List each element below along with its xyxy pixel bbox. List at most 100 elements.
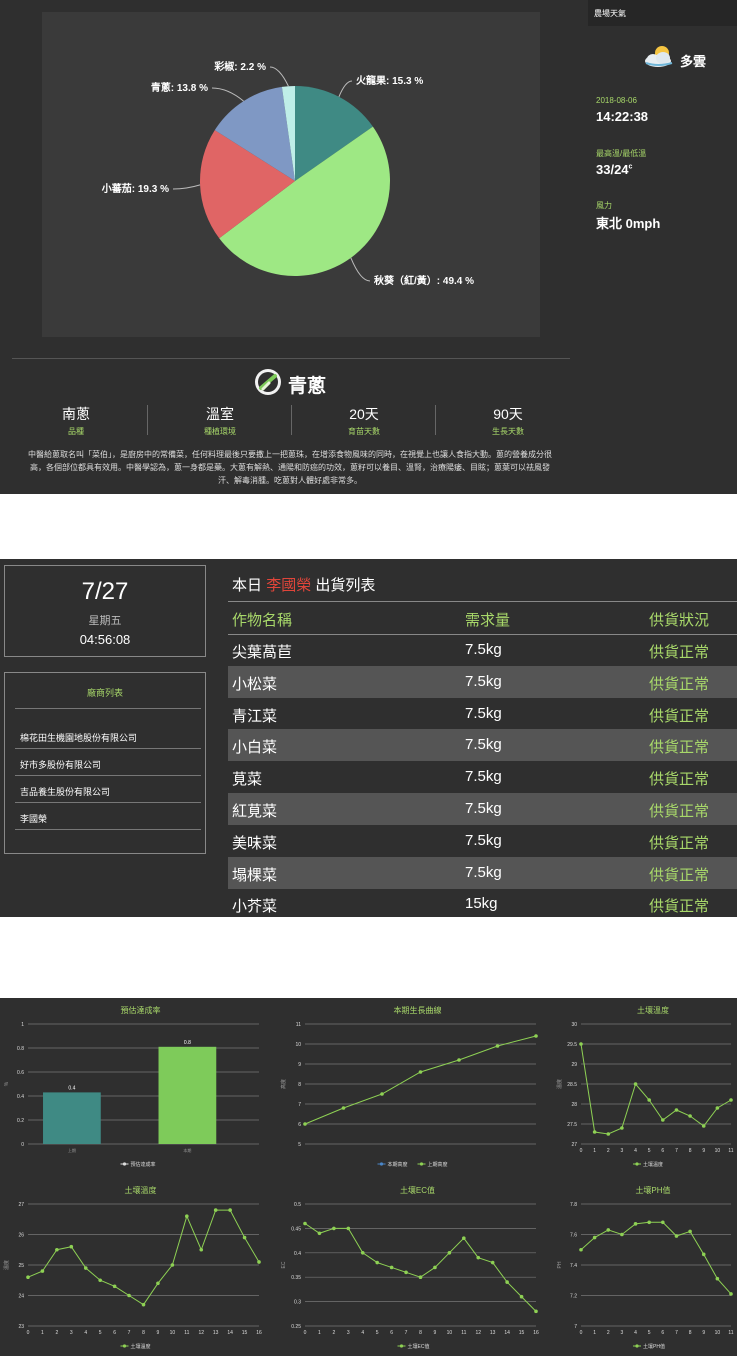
- data-point[interactable]: [620, 1232, 624, 1237]
- x-tick-label: 本期: [183, 1147, 191, 1153]
- data-point[interactable]: [303, 1221, 307, 1226]
- data-point[interactable]: [647, 1098, 651, 1102]
- data-point[interactable]: [228, 1208, 232, 1212]
- x-tick-label: 上期: [68, 1147, 76, 1153]
- data-point[interactable]: [317, 1231, 322, 1236]
- vendor-item[interactable]: 棉花田生機園地股份有限公司: [20, 731, 137, 744]
- data-point[interactable]: [433, 1265, 437, 1270]
- vendor-item[interactable]: 好市多股份有限公司: [20, 758, 101, 771]
- data-point[interactable]: [418, 1275, 423, 1279]
- x-tick-label: 3: [621, 1148, 624, 1154]
- data-point[interactable]: [505, 1280, 509, 1284]
- data-point[interactable]: [688, 1114, 692, 1118]
- data-point[interactable]: [341, 1106, 346, 1110]
- series-line: [304, 1223, 537, 1312]
- data-point[interactable]: [688, 1229, 692, 1234]
- divider: [15, 748, 201, 749]
- data-point[interactable]: [661, 1220, 665, 1225]
- data-point[interactable]: [620, 1126, 624, 1130]
- data-point[interactable]: [534, 1034, 538, 1038]
- table-row[interactable]: 小松菜 7.5kg 供貨正常: [228, 665, 737, 698]
- data-point[interactable]: [156, 1281, 160, 1286]
- data-point[interactable]: [661, 1118, 665, 1122]
- data-point[interactable]: [40, 1269, 45, 1273]
- data-point[interactable]: [418, 1070, 423, 1074]
- data-point[interactable]: [534, 1309, 538, 1314]
- status-cell: 供貨正常: [649, 898, 710, 916]
- table-row[interactable]: 尖葉萵苣 7.5kg 供貨正常: [228, 634, 737, 666]
- bar[interactable]: [43, 1092, 101, 1144]
- data-point[interactable]: [579, 1247, 583, 1252]
- table-row[interactable]: 莧菜 7.5kg 供貨正常: [228, 761, 737, 793]
- data-point[interactable]: [170, 1263, 175, 1267]
- data-point[interactable]: [26, 1275, 30, 1279]
- col-crop-name: 作物名稱: [232, 612, 293, 629]
- pie-leader-line: [172, 184, 201, 190]
- y-tick-label: 29.5: [567, 1042, 577, 1048]
- data-point[interactable]: [360, 1251, 365, 1255]
- series-line: [580, 1221, 732, 1295]
- data-point[interactable]: [303, 1122, 307, 1126]
- wind-label: 風力: [596, 201, 612, 210]
- data-point[interactable]: [519, 1294, 524, 1299]
- data-point[interactable]: [69, 1244, 74, 1249]
- table-row[interactable]: 塌棵菜 7.5kg 供貨正常: [228, 856, 737, 889]
- data-point[interactable]: [98, 1278, 102, 1283]
- data-point[interactable]: [633, 1222, 638, 1226]
- y-tick-label: 25: [18, 1263, 24, 1269]
- data-point[interactable]: [112, 1284, 117, 1289]
- vendor-item[interactable]: 李國榮: [20, 812, 47, 825]
- weather-title: 農場天氣: [594, 9, 626, 18]
- data-point[interactable]: [701, 1124, 706, 1128]
- data-point[interactable]: [447, 1251, 452, 1255]
- vendor-item[interactable]: 吉品養生股份有限公司: [20, 785, 110, 798]
- y-tick-label: 0.4: [294, 1251, 301, 1257]
- data-point[interactable]: [490, 1260, 495, 1265]
- data-point[interactable]: [332, 1226, 336, 1231]
- data-point[interactable]: [674, 1108, 679, 1112]
- bar[interactable]: [158, 1046, 217, 1144]
- data-point[interactable]: [579, 1042, 583, 1046]
- data-point[interactable]: [606, 1228, 611, 1232]
- data-point[interactable]: [141, 1302, 146, 1307]
- data-point[interactable]: [199, 1247, 204, 1252]
- table-row[interactable]: 青江菜 7.5kg 供貨正常: [228, 698, 737, 730]
- data-point[interactable]: [495, 1044, 500, 1048]
- data-point[interactable]: [242, 1235, 247, 1240]
- weather-widget: 農場天氣 多雲 2018-08-06 14:22:38 最高溫/最低溫 33/2…: [588, 0, 737, 340]
- data-point[interactable]: [674, 1234, 679, 1238]
- data-point[interactable]: [346, 1226, 351, 1231]
- data-point[interactable]: [404, 1270, 408, 1275]
- x-tick-label: 13: [490, 1330, 496, 1336]
- data-point[interactable]: [592, 1235, 597, 1240]
- data-point[interactable]: [592, 1130, 597, 1134]
- data-point[interactable]: [257, 1260, 261, 1264]
- data-point[interactable]: [55, 1247, 59, 1252]
- data-point[interactable]: [729, 1292, 733, 1296]
- data-point[interactable]: [606, 1132, 611, 1136]
- data-point[interactable]: [476, 1255, 481, 1260]
- y-tick-label: 0.45: [291, 1226, 301, 1232]
- data-point[interactable]: [375, 1260, 379, 1265]
- data-point[interactable]: [380, 1092, 384, 1096]
- data-point[interactable]: [701, 1252, 706, 1257]
- data-point[interactable]: [647, 1220, 651, 1225]
- table-row[interactable]: 美味菜 7.5kg 供貨正常: [228, 825, 737, 857]
- data-point[interactable]: [715, 1106, 720, 1110]
- data-point[interactable]: [633, 1082, 638, 1086]
- data-point[interactable]: [729, 1098, 733, 1102]
- table-row[interactable]: 紅莧菜 7.5kg 供貨正常: [228, 793, 737, 825]
- table-row[interactable]: 小白菜 7.5kg 供貨正常: [228, 729, 737, 762]
- data-point[interactable]: [127, 1293, 131, 1298]
- data-point[interactable]: [185, 1214, 189, 1218]
- data-point[interactable]: [213, 1208, 218, 1212]
- data-point[interactable]: [83, 1266, 88, 1270]
- table-row[interactable]: 小芥菜 15kg 供貨正常: [228, 888, 737, 920]
- data-point[interactable]: [389, 1265, 394, 1270]
- divider: [12, 358, 570, 359]
- data-point[interactable]: [462, 1236, 466, 1240]
- data-point[interactable]: [715, 1276, 720, 1281]
- vendor-list-title: 廠商列表: [86, 688, 123, 698]
- x-tick-label: 0: [27, 1330, 30, 1336]
- data-point[interactable]: [457, 1058, 461, 1062]
